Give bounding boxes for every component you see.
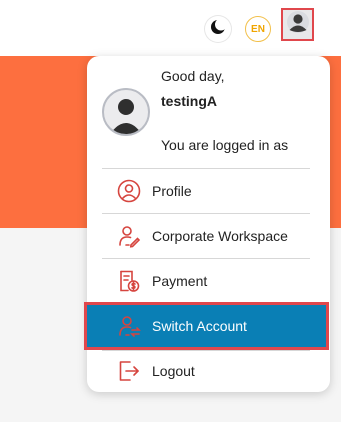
user-circle-icon [116,178,142,204]
username-text: testingA [161,93,217,109]
user-edit-icon [116,223,142,249]
user-silhouette-icon [110,99,142,134]
menu-item-profile[interactable]: Profile [102,169,310,213]
invoice-dollar-icon [116,268,142,294]
language-label: EN [251,23,265,35]
logout-icon [116,358,142,384]
user-info-header: Good day, testingA You are logged in as [87,56,330,166]
menu-item-corporate-workspace[interactable]: Corporate Workspace [102,214,310,258]
moon-icon [210,18,227,40]
menu-item-payment[interactable]: Payment [102,259,310,303]
menu-item-label: Corporate Workspace [152,228,288,244]
logged-in-as-text: You are logged in as [161,137,289,153]
user-avatar-button[interactable] [281,8,314,41]
menu-item-switch-account[interactable]: Switch Account [84,302,329,350]
greeting-text: Good day, [161,68,225,84]
avatar [102,88,150,136]
menu-item-label: Logout [152,363,195,379]
user-dropdown-menu: Good day, testingA You are logged in as … [84,56,330,393]
menu-item-label: Switch Account [152,318,247,334]
menu-item-label: Profile [152,183,192,199]
user-switch-icon [116,313,142,339]
language-button[interactable]: EN [245,16,271,42]
theme-toggle-button[interactable] [205,16,231,42]
menu-item-logout[interactable]: Logout [102,349,310,393]
user-avatar-icon [286,10,310,39]
menu-item-label: Payment [152,273,208,289]
